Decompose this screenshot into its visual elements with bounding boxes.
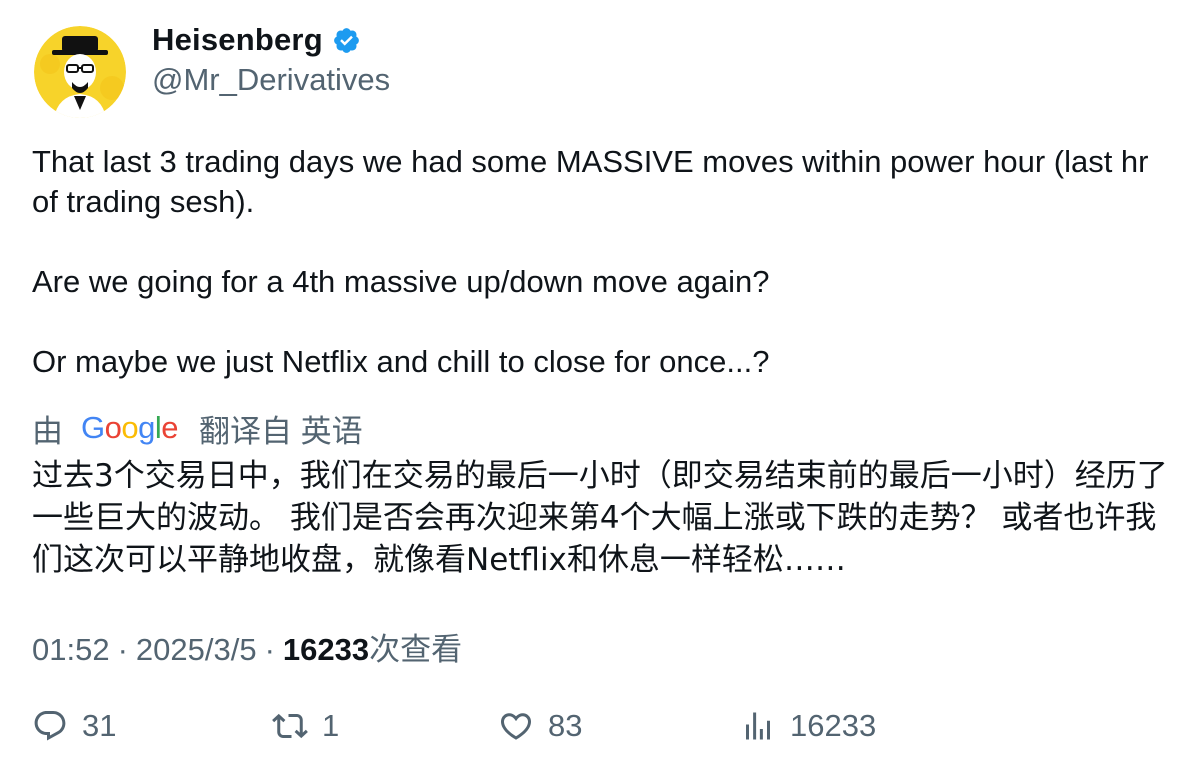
author-handle[interactable]: @Mr_Derivatives	[152, 62, 390, 98]
repost-count: 1	[322, 708, 340, 743]
views-action-count: 16233	[790, 708, 877, 743]
tweet-paragraph: That last 3 trading days we had some MAS…	[32, 144, 1158, 219]
meta-separator: ·	[264, 632, 275, 667]
translated-by-label: 由	[32, 414, 63, 449]
translation-attribution: 由 Google 翻译自 英语	[32, 406, 363, 451]
reply-icon	[34, 711, 66, 741]
tweet-date[interactable]: 2025/3/5	[136, 632, 257, 668]
translated-text: 过去3个交易日中，我们在交易的最后一小时（即交易结束前的最后一小时）经历了一些巨…	[32, 458, 1168, 578]
views-button[interactable]: 16233	[740, 708, 876, 744]
avatar[interactable]	[34, 26, 126, 118]
heisenberg-avatar-icon	[34, 26, 126, 118]
like-count: 83	[548, 708, 583, 743]
repost-icon	[272, 713, 308, 739]
svg-text:Google: Google	[81, 412, 178, 445]
views-count: 16233	[282, 632, 370, 667]
tweet-time[interactable]: 01:52	[32, 632, 110, 668]
translated-from-label: 翻译自	[199, 414, 292, 449]
tweet-paragraph: Or maybe we just Netflix and chill to cl…	[32, 344, 770, 379]
author-name-row: Heisenberg	[152, 22, 361, 58]
google-logo-icon: Google	[81, 412, 179, 446]
heart-icon	[500, 713, 532, 740]
repost-button[interactable]: 1	[272, 708, 339, 744]
meta-separator: ·	[117, 632, 128, 667]
verified-badge-icon[interactable]	[332, 26, 361, 55]
like-button[interactable]: 83	[498, 708, 582, 744]
tweet-meta: 01:52 · 2025/3/5 · 16233 次查看	[32, 624, 462, 669]
reply-button[interactable]: 31	[32, 708, 116, 744]
analytics-icon	[746, 712, 770, 740]
author-display-name[interactable]: Heisenberg	[152, 22, 323, 58]
tweet-body: That last 3 trading days we had some MAS…	[32, 142, 1172, 382]
source-language-label: 英语	[300, 414, 363, 449]
views-label: 次查看	[369, 632, 463, 667]
tweet-paragraph: Are we going for a 4th massive up/down m…	[32, 264, 770, 299]
translated-from-link[interactable]: 翻译自 英语	[199, 406, 363, 451]
tweet-action-bar: 31 1 83 16233	[0, 708, 1196, 758]
reply-count: 31	[82, 708, 117, 743]
